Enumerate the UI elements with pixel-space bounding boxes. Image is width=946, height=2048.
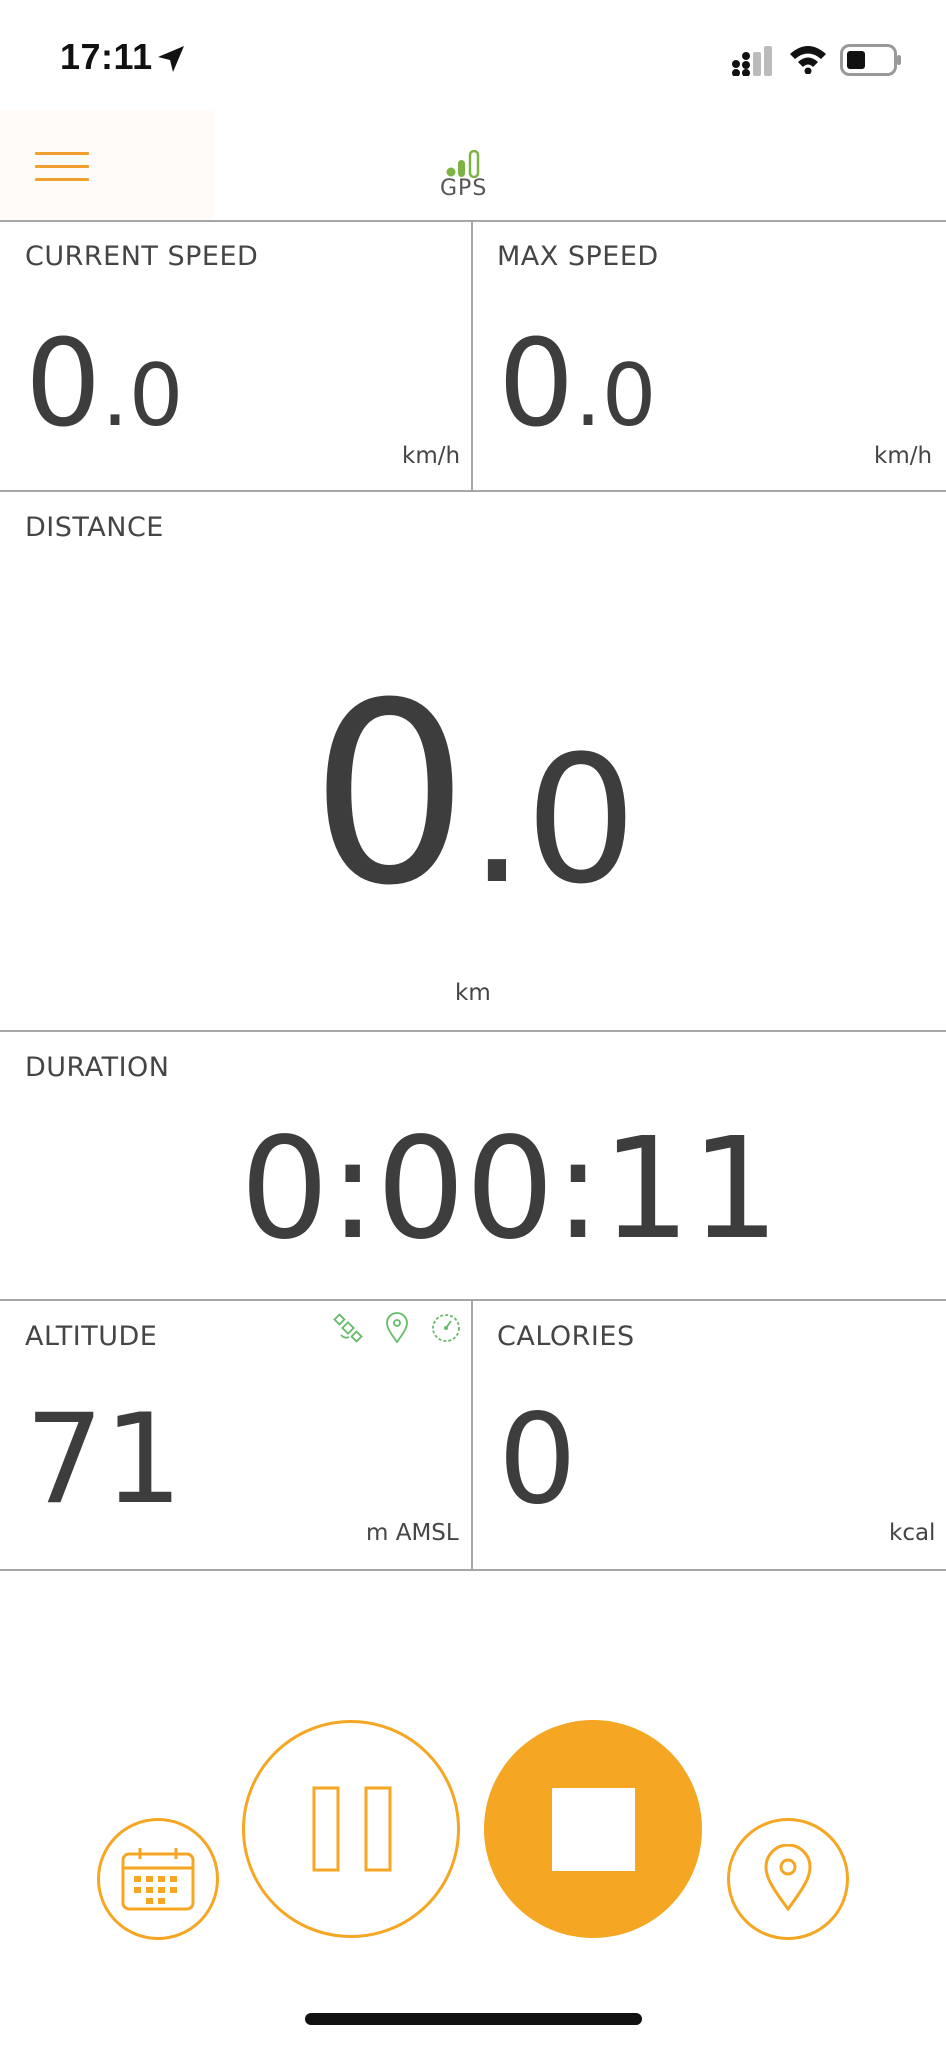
- distance-int: 0: [310, 649, 470, 940]
- divider: [0, 1299, 946, 1301]
- current-speed-unit: km/h: [402, 443, 461, 469]
- divider: [0, 1569, 946, 1571]
- divider: [471, 221, 473, 491]
- stop-icon: [552, 1788, 635, 1871]
- max-speed-label: MAX SPEED: [497, 241, 659, 272]
- max-speed-dec: .0: [574, 346, 657, 446]
- duration-label: DURATION: [25, 1052, 170, 1083]
- satellite-icon: [333, 1313, 363, 1343]
- location-arrow-icon: [158, 46, 184, 72]
- battery-icon: [840, 44, 901, 76]
- max-speed-int: 0: [498, 315, 575, 454]
- calories-unit: kcal: [889, 1520, 936, 1546]
- distance-unit: km: [455, 980, 491, 1006]
- altitude-unit: m AMSL: [366, 1520, 459, 1546]
- home-indicator[interactable]: [305, 2013, 642, 2025]
- location-pin-icon: [386, 1312, 408, 1344]
- calendar-icon: [121, 1848, 195, 1911]
- barometer-icon: [432, 1314, 460, 1342]
- divider: [0, 1030, 946, 1032]
- divider: [471, 1300, 473, 1570]
- distance-label: DISTANCE: [25, 512, 164, 543]
- max-speed-unit: km/h: [874, 443, 933, 469]
- hamburger-icon[interactable]: [35, 152, 89, 184]
- current-speed-dec: .0: [101, 346, 184, 446]
- altitude-label: ALTITUDE: [25, 1321, 158, 1352]
- menu-area[interactable]: [0, 110, 213, 220]
- gps-label: GPS: [440, 176, 488, 201]
- calories-label: CALORIES: [497, 1321, 635, 1352]
- altitude-number: 71: [25, 1388, 183, 1532]
- wifi-icon: [790, 46, 826, 74]
- max-speed-value: 0.0: [498, 325, 656, 445]
- status-time: 17:11: [60, 36, 153, 77]
- distance-value: 0.0: [310, 670, 637, 920]
- current-speed-value: 0.0: [25, 325, 183, 445]
- gps-signal-icon: [446, 150, 480, 178]
- duration-value: 0:00:11: [240, 1108, 780, 1271]
- altitude-value: 71: [25, 1398, 183, 1522]
- distance-dec: .0: [469, 718, 637, 923]
- current-speed-int: 0: [25, 315, 102, 454]
- divider: [0, 220, 946, 222]
- current-speed-label: CURRENT SPEED: [25, 241, 259, 272]
- pause-icon: [312, 1786, 392, 1872]
- location-pin-icon: [764, 1844, 812, 1912]
- divider: [0, 490, 946, 492]
- calories-value: 0: [498, 1388, 577, 1532]
- cellular-signal-icon: [732, 46, 772, 76]
